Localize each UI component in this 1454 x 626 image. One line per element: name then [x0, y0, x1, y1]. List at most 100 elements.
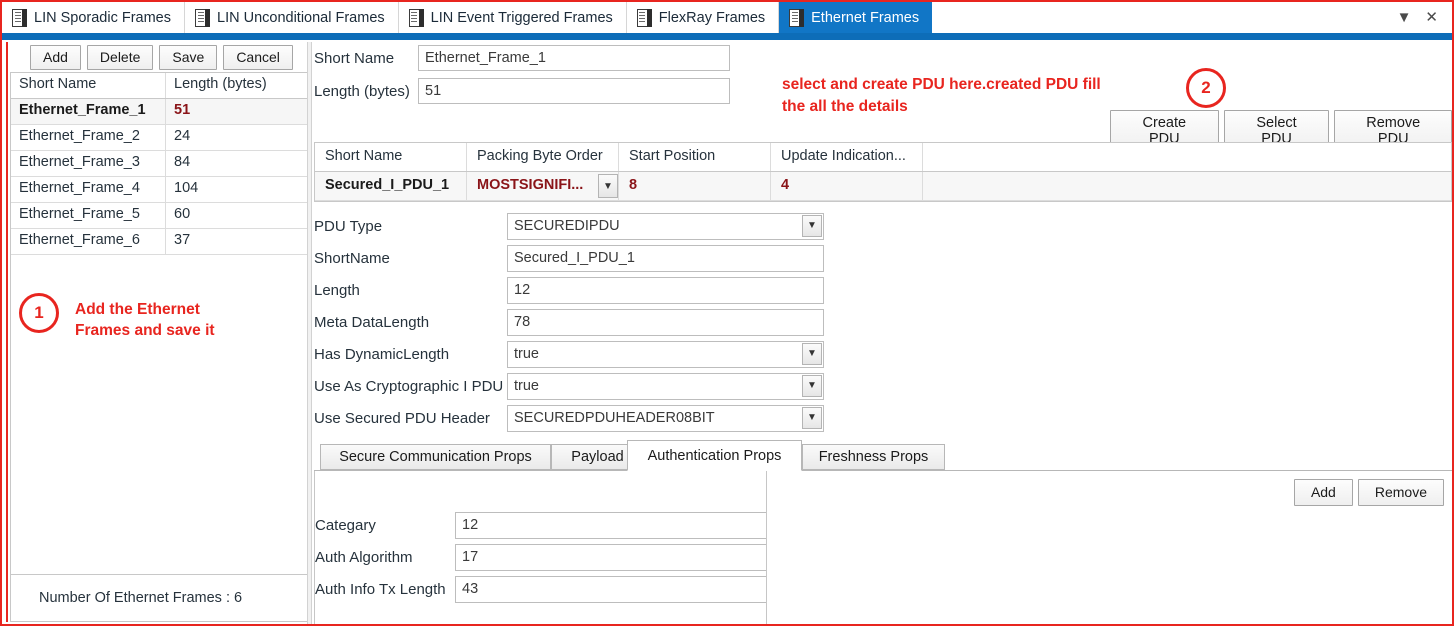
- column-header-short-name: Short Name: [11, 73, 166, 98]
- tab-lin-unconditional-frames[interactable]: LIN Unconditional Frames: [185, 2, 399, 33]
- use-as-cryptographic-ipdu-select[interactable]: true ▼: [507, 372, 824, 400]
- save-button[interactable]: Save: [159, 44, 218, 70]
- tab-lin-sporadic-frames[interactable]: LIN Sporadic Frames: [2, 2, 185, 33]
- callout-1-text: Add the Ethernet Frames and save it: [75, 293, 215, 342]
- tab-label: LIN Event Triggered Frames: [430, 9, 613, 26]
- chevron-down-icon[interactable]: ▼: [802, 214, 822, 237]
- add-button[interactable]: Add: [30, 44, 81, 70]
- field-row-length: Length 12: [314, 274, 834, 306]
- field-row-has-dynamiclength: Has DynamicLength true ▼: [314, 338, 834, 370]
- use-secured-pdu-header-value: SECUREDPDUHEADER08BIT: [514, 410, 715, 426]
- application-window: LIN Sporadic Frames LIN Unconditional Fr…: [0, 0, 1454, 626]
- cell-update-indication: 4: [771, 172, 923, 200]
- accent-bar: [2, 33, 1452, 40]
- use-secured-pdu-header-select[interactable]: SECUREDPDUHEADER08BIT ▼: [507, 404, 824, 432]
- callout-1-badge: 1: [19, 293, 59, 333]
- auth-info-tx-length-input[interactable]: 43: [455, 575, 767, 603]
- tab-ethernet-frames[interactable]: Ethernet Frames: [779, 2, 933, 33]
- window-controls: ▼ ✕: [1397, 2, 1448, 33]
- use-as-cryptographic-ipdu-label: Use As Cryptographic I PDU: [314, 377, 504, 395]
- auth-fields-group: Categary 12 Auth Algorithm 17 Auth Info …: [314, 471, 767, 624]
- use-as-cryptographic-ipdu-value: true: [514, 378, 539, 394]
- table-row[interactable]: Ethernet_Frame_2 24: [11, 125, 309, 151]
- props-tab-strip: Secure Communication Props Payload Authe…: [314, 440, 1452, 471]
- table-row[interactable]: Ethernet_Frame_3 84: [11, 151, 309, 177]
- tab-label: LIN Sporadic Frames: [34, 9, 171, 26]
- categary-label: Categary: [315, 516, 376, 534]
- shortname-label: ShortName: [314, 249, 390, 267]
- pdu-type-select[interactable]: SECUREDIPDU ▼: [507, 212, 824, 240]
- auth-add-button[interactable]: Add: [1293, 479, 1353, 506]
- chevron-down-icon[interactable]: ▼: [802, 342, 822, 365]
- delete-button[interactable]: Delete: [86, 44, 154, 70]
- tab-label: Payload: [571, 449, 624, 465]
- chevron-down-icon[interactable]: ▼: [802, 406, 822, 429]
- categary-input[interactable]: 12: [455, 511, 767, 539]
- cancel-button[interactable]: Cancel: [223, 44, 293, 70]
- callout-2-line1: select and create PDU here.created PDU f…: [782, 76, 1101, 93]
- panel-splitter[interactable]: [307, 42, 312, 624]
- callout-1-line1: Add the Ethernet: [75, 301, 200, 318]
- close-icon[interactable]: ✕: [1425, 10, 1438, 25]
- tab-authentication-props[interactable]: Authentication Props: [627, 440, 802, 471]
- chevron-down-icon[interactable]: ▼: [598, 174, 618, 198]
- chevron-down-icon[interactable]: ▼: [802, 374, 822, 397]
- field-row-auth-info-tx-length: Auth Info Tx Length 43: [315, 573, 767, 605]
- callout-2-text: select and create PDU here.created PDU f…: [782, 74, 1101, 117]
- tab-label: LIN Unconditional Frames: [217, 9, 385, 26]
- column-header-short-name: Short Name: [315, 143, 467, 171]
- cell-length: 84: [174, 154, 191, 170]
- meta-datalength-input[interactable]: 78: [507, 308, 824, 336]
- table-row[interactable]: Ethernet_Frame_5 60: [11, 203, 309, 229]
- cell-packing-byte-order[interactable]: MOSTSIGNIFI... ▼: [467, 172, 619, 200]
- ethernet-frames-panel: Add Delete Save Cancel Short Name Length…: [6, 42, 310, 622]
- tab-label: Freshness Props: [818, 449, 929, 465]
- tab-secure-communication-props[interactable]: Secure Communication Props: [320, 444, 551, 470]
- length-input[interactable]: 12: [507, 276, 824, 304]
- auth-algorithm-input[interactable]: 17: [455, 543, 767, 571]
- tab-label: FlexRay Frames: [658, 9, 766, 26]
- frame-short-name-input[interactable]: Ethernet_Frame_1: [418, 45, 730, 71]
- document-icon: [12, 8, 27, 27]
- document-icon: [195, 8, 210, 27]
- field-row-shortname: ShortName Secured_I_PDU_1: [314, 242, 834, 274]
- table-row[interactable]: Ethernet_Frame_6 37: [11, 229, 309, 255]
- frames-count-status: Number Of Ethernet Frames : 6: [10, 574, 310, 622]
- document-icon: [636, 8, 652, 27]
- cell-packing-byte-order-value: MOSTSIGNIFI...: [477, 177, 584, 193]
- cell-short-name: Ethernet_Frame_4: [11, 177, 166, 202]
- cell-pdu-short-name: Secured_I_PDU_1: [315, 172, 467, 200]
- cell-length: 104: [174, 180, 199, 196]
- cell-start-position: 8: [619, 172, 771, 200]
- meta-datalength-label: Meta DataLength: [314, 313, 430, 331]
- cell-extra: [923, 172, 1451, 200]
- frame-short-name-label: Short Name: [314, 49, 395, 67]
- shortname-input[interactable]: Secured_I_PDU_1: [507, 244, 824, 272]
- frames-table: Short Name Length (bytes) Ethernet_Frame…: [10, 72, 310, 255]
- tab-flexray-frames[interactable]: FlexRay Frames: [626, 2, 780, 33]
- frame-length-label: Length (bytes): [314, 82, 410, 100]
- callout-2-line2: the all the details: [782, 97, 908, 115]
- field-row-pdu-type: PDU Type SECUREDIPDU ▼: [314, 210, 834, 242]
- frame-short-name-row: Short Name Ethernet_Frame_1: [314, 45, 1452, 71]
- cell-short-name: Ethernet_Frame_5: [11, 203, 166, 228]
- tab-freshness-props[interactable]: Freshness Props: [802, 444, 945, 470]
- column-header-start-position: Start Position: [619, 143, 771, 171]
- callout-1: 1 Add the Ethernet Frames and save it: [19, 293, 215, 342]
- frame-length-input[interactable]: 51: [418, 78, 730, 104]
- pdu-table-row[interactable]: Secured_I_PDU_1 MOSTSIGNIFI... ▼ 8 4: [315, 172, 1451, 201]
- table-row[interactable]: Ethernet_Frame_1 51: [11, 99, 309, 125]
- tab-lin-event-triggered-frames[interactable]: LIN Event Triggered Frames: [398, 2, 627, 33]
- authentication-props-panel: Categary 12 Auth Algorithm 17 Auth Info …: [314, 470, 1452, 624]
- frame-details-panel: Short Name Ethernet_Frame_1 Length (byte…: [314, 42, 1452, 624]
- field-row-use-as-cryptographic-ipdu: Use As Cryptographic I PDU true ▼: [314, 370, 834, 402]
- column-header-extra: [923, 143, 1451, 171]
- auth-property-form: Categary 12 Auth Algorithm 17 Auth Info …: [315, 509, 767, 605]
- has-dynamiclength-select[interactable]: true ▼: [507, 340, 824, 368]
- frames-table-empty-area: 1 Add the Ethernet Frames and save it: [10, 255, 310, 574]
- auth-remove-button[interactable]: Remove: [1357, 479, 1444, 506]
- chevron-down-icon[interactable]: ▼: [1397, 10, 1412, 25]
- tab-label: Ethernet Frames: [811, 9, 920, 26]
- table-row[interactable]: Ethernet_Frame_4 104: [11, 177, 309, 203]
- frame-toolbar: Add Delete Save Cancel: [8, 42, 310, 72]
